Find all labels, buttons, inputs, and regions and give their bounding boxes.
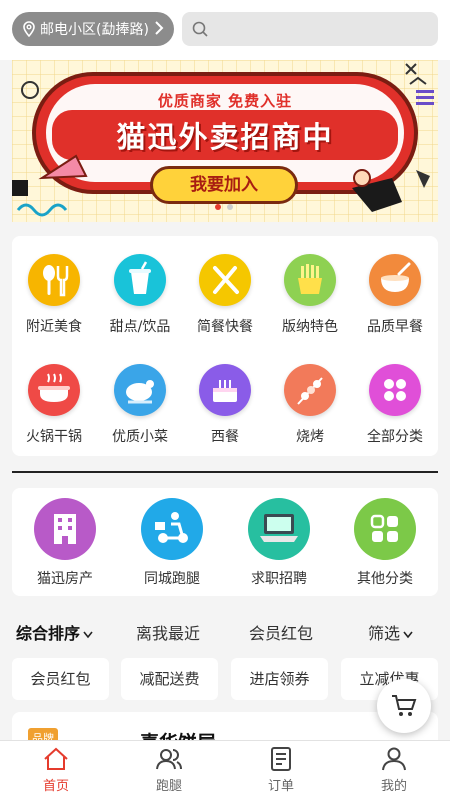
chip-member-coupon[interactable]: 会员红包: [12, 658, 109, 700]
section-divider: [12, 471, 438, 473]
bowl-icon: [369, 254, 421, 306]
laptop-icon: [248, 498, 310, 560]
pagination-dot[interactable]: [227, 204, 233, 210]
sort-label: 综合排序: [16, 624, 81, 643]
service-jobs[interactable]: 求职招聘: [229, 498, 329, 588]
category-fast-food[interactable]: 简餐快餐: [180, 254, 270, 336]
category-dessert-drinks[interactable]: 甜点/饮品: [95, 254, 185, 336]
category-label: 烧烤: [296, 429, 324, 445]
service-label: 同城跑腿: [144, 571, 200, 587]
category-western[interactable]: 西餐: [180, 364, 270, 446]
chicken-icon: [114, 364, 166, 416]
category-banna-specialty[interactable]: 版纳特色: [265, 254, 355, 336]
promo-banner[interactable]: 优质商家 免费入驻 猫迅外卖招商中 我要加入: [12, 60, 438, 222]
banner-title: 猫迅外卖招商中: [116, 120, 334, 154]
category-label: 甜点/饮品: [109, 319, 171, 335]
filter-button[interactable]: 筛选: [368, 620, 413, 644]
cart-icon: [392, 695, 417, 716]
chevron-down-icon: [403, 631, 413, 639]
order-icon: [271, 747, 291, 771]
location-label: 邮电小区(勐捧路): [40, 22, 149, 38]
service-errand[interactable]: 同城跑腿: [122, 498, 222, 588]
join-button[interactable]: 我要加入: [150, 166, 298, 204]
category-label: 简餐快餐: [197, 319, 253, 335]
category-label: 优质小菜: [112, 429, 168, 445]
tab-home[interactable]: 首页: [16, 747, 96, 794]
category-label: 附近美食: [26, 319, 82, 335]
service-label: 其他分类: [357, 571, 413, 587]
tab-profile[interactable]: 我的: [354, 747, 434, 794]
tab-orders[interactable]: 订单: [241, 747, 321, 794]
chevron-right-icon: [155, 21, 164, 35]
category-label: 西餐: [211, 429, 239, 445]
chevron-down-icon: [83, 631, 93, 639]
delivery-scooter-icon: [141, 498, 203, 560]
sort-bar: 综合排序 离我最近 会员红包 筛选: [0, 606, 450, 652]
spoon-fork-icon: [28, 254, 80, 306]
location-selector[interactable]: 邮电小区(勐捧路): [12, 12, 174, 46]
skewer-icon: [284, 364, 336, 416]
tab-label: 首页: [42, 779, 69, 794]
sort-comprehensive[interactable]: 综合排序: [16, 620, 93, 644]
tab-label: 我的: [380, 779, 407, 794]
chip-store-coupon[interactable]: 进店领券: [231, 658, 328, 700]
category-side-dishes[interactable]: 优质小菜: [95, 364, 185, 446]
sort-nearest[interactable]: 离我最近: [136, 620, 200, 644]
category-hotpot[interactable]: 火锅干锅: [9, 364, 99, 446]
tab-label: 订单: [267, 779, 294, 794]
search-icon: [192, 21, 208, 37]
users-icon: [156, 749, 182, 770]
hotpot-icon: [28, 364, 80, 416]
pagination-dot[interactable]: [215, 204, 221, 210]
banner-pagination: [215, 204, 233, 210]
sort-label: 会员红包: [249, 624, 314, 643]
banner-subtitle: 优质商家 免费入驻: [157, 92, 293, 110]
location-pin-icon: [23, 21, 35, 37]
category-bbq[interactable]: 烧烤: [265, 364, 355, 446]
cake-icon: [199, 364, 251, 416]
tab-errand[interactable]: 跑腿: [129, 747, 209, 794]
apps-icon: [354, 498, 416, 560]
category-breakfast[interactable]: 品质早餐: [350, 254, 440, 336]
sort-label: 离我最近: [136, 624, 201, 643]
sort-label: 筛选: [368, 624, 401, 643]
chip-reduced-delivery[interactable]: 减配送费: [121, 658, 218, 700]
knife-fork-icon: [199, 254, 251, 306]
service-label: 猫迅房产: [37, 571, 93, 587]
service-grid: 猫迅房产 同城跑腿 求职招聘 其他分类: [12, 488, 438, 596]
service-label: 求职招聘: [251, 571, 307, 587]
bottom-tab-bar: 首页 跑腿 订单 我的: [0, 740, 450, 800]
tab-label: 跑腿: [155, 779, 182, 794]
cart-button[interactable]: [377, 679, 431, 733]
home-icon: [44, 747, 68, 770]
category-all[interactable]: 全部分类: [350, 364, 440, 446]
search-input[interactable]: [182, 12, 438, 46]
service-real-estate[interactable]: 猫迅房产: [15, 498, 115, 588]
profile-icon: [382, 747, 406, 771]
fries-icon: [284, 254, 336, 306]
drink-cup-icon: [114, 254, 166, 306]
category-label: 版纳特色: [282, 319, 338, 335]
grid-icon: [369, 364, 421, 416]
sort-member-coupon[interactable]: 会员红包: [249, 620, 313, 644]
service-other[interactable]: 其他分类: [335, 498, 435, 588]
top-bar: 邮电小区(勐捧路): [0, 0, 450, 60]
building-icon: [34, 498, 96, 560]
category-grid: 附近美食 甜点/饮品 简餐快餐 版纳特色 品质早餐 火锅干锅 优质小菜 西餐 烧…: [12, 236, 438, 456]
category-nearby-food[interactable]: 附近美食: [9, 254, 99, 336]
category-label: 全部分类: [367, 429, 423, 445]
category-label: 火锅干锅: [26, 429, 82, 445]
category-label: 品质早餐: [367, 319, 423, 335]
